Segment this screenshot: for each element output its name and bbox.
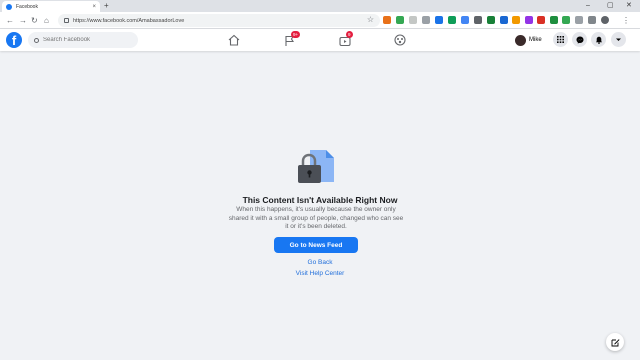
forward-arrow-icon[interactable]: → bbox=[19, 15, 27, 26]
go-to-news-feed-button[interactable]: Go to News Feed bbox=[274, 237, 358, 253]
messenger-button[interactable] bbox=[572, 32, 587, 47]
extension-icon[interactable] bbox=[461, 16, 469, 24]
lock-icon bbox=[64, 18, 69, 23]
browser-tab-strip: Facebook × + – ▢ ✕ bbox=[0, 0, 640, 12]
bookmark-star-icon[interactable]: ☆ bbox=[367, 15, 374, 24]
search-input[interactable] bbox=[43, 37, 133, 43]
maximize-button[interactable]: ▢ bbox=[607, 1, 614, 11]
home-browser-icon[interactable]: ⌂ bbox=[44, 15, 49, 26]
extension-icon[interactable] bbox=[512, 16, 520, 24]
browser-tab[interactable]: Facebook × bbox=[2, 1, 100, 12]
caret-down-icon bbox=[616, 38, 621, 41]
facebook-favicon-icon bbox=[6, 3, 12, 10]
extension-icon[interactable] bbox=[537, 16, 545, 24]
home-icon[interactable] bbox=[227, 34, 241, 46]
new-message-button[interactable] bbox=[606, 333, 624, 351]
notifications-button[interactable] bbox=[591, 32, 606, 47]
groups-icon[interactable] bbox=[393, 34, 407, 46]
description-text: When this happens, it's usually because … bbox=[228, 206, 404, 230]
bell-icon bbox=[595, 36, 602, 44]
compose-icon bbox=[611, 338, 619, 346]
tab-close-icon[interactable]: × bbox=[92, 4, 96, 10]
lock-document-icon bbox=[298, 150, 334, 183]
extension-icon[interactable] bbox=[487, 16, 495, 24]
extension-icon[interactable] bbox=[525, 16, 533, 24]
address-bar[interactable]: https://www.facebook.com/AmabassadorLove… bbox=[58, 14, 380, 27]
content-unavailable-panel: This Content Isn't Available Right Now W… bbox=[0, 51, 640, 360]
tab-title: Facebook bbox=[16, 3, 38, 10]
search-icon bbox=[34, 37, 39, 43]
close-window-button[interactable]: ✕ bbox=[626, 1, 632, 11]
browser-menu-icon[interactable]: ⋮ bbox=[622, 15, 630, 26]
facebook-logo[interactable]: f bbox=[6, 32, 22, 48]
go-back-link[interactable]: Go Back bbox=[0, 259, 640, 266]
extension-icon[interactable] bbox=[575, 16, 583, 24]
extension-icon[interactable] bbox=[448, 16, 456, 24]
url-text: https://www.facebook.com/AmabassadorLove bbox=[73, 17, 185, 24]
pages-nav[interactable]: 9+ bbox=[283, 31, 301, 46]
facebook-header: f 9+ 9 Mike bbox=[0, 29, 640, 51]
new-tab-button[interactable]: + bbox=[104, 1, 109, 11]
profile-button[interactable]: Mike bbox=[515, 33, 546, 47]
extension-icon[interactable] bbox=[562, 16, 570, 24]
extension-icon[interactable] bbox=[435, 16, 443, 24]
extension-icon[interactable] bbox=[422, 16, 430, 24]
avatar bbox=[515, 34, 526, 46]
account-button[interactable] bbox=[611, 32, 626, 47]
puzzle-extensions-icon[interactable] bbox=[588, 16, 596, 24]
extension-icon[interactable] bbox=[474, 16, 482, 24]
profile-icon[interactable] bbox=[601, 16, 609, 24]
browser-toolbar: ← → ↻ ⌂ https://www.facebook.com/Amabass… bbox=[0, 12, 640, 29]
minimize-button[interactable]: – bbox=[586, 1, 590, 11]
search-box[interactable] bbox=[28, 32, 138, 48]
menu-button[interactable] bbox=[553, 32, 568, 47]
extension-icon[interactable] bbox=[550, 16, 558, 24]
page-title: This Content Isn't Available Right Now bbox=[242, 195, 398, 205]
extension-icon[interactable] bbox=[396, 16, 404, 24]
extension-icon[interactable] bbox=[383, 16, 391, 24]
reload-icon[interactable]: ↻ bbox=[31, 15, 38, 26]
extension-icon[interactable] bbox=[409, 16, 417, 24]
back-arrow-icon[interactable]: ← bbox=[6, 15, 14, 26]
watch-badge: 9 bbox=[346, 31, 353, 38]
pages-badge: 9+ bbox=[291, 31, 301, 38]
profile-name: Mike bbox=[529, 37, 542, 43]
extension-icon[interactable] bbox=[500, 16, 508, 24]
watch-nav[interactable]: 9 bbox=[338, 31, 353, 47]
visit-help-center-link[interactable]: Visit Help Center bbox=[0, 270, 640, 277]
messenger-icon bbox=[576, 36, 583, 44]
menu-grid-icon bbox=[557, 36, 564, 43]
